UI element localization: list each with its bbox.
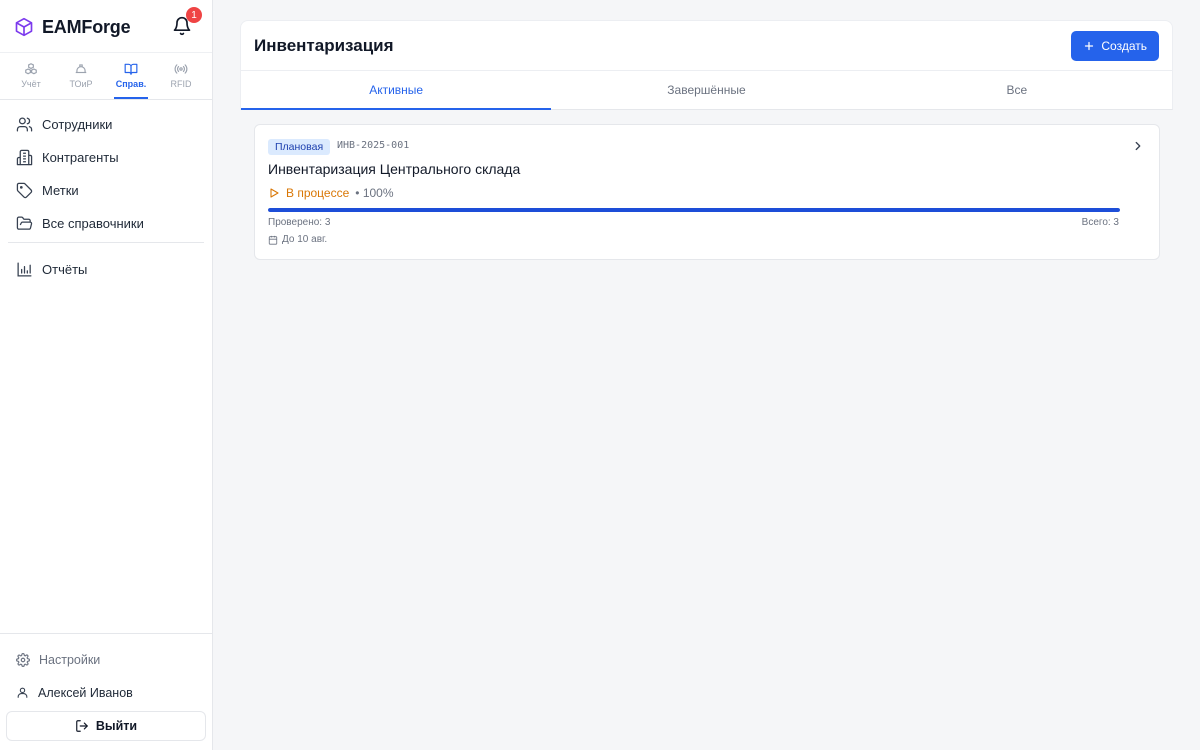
sidebar-item-label: Сотрудники [42, 117, 113, 132]
mode-tab-label: RFID [170, 79, 192, 89]
sidebar-item-counterparties[interactable]: Контрагенты [6, 141, 206, 174]
tab-completed[interactable]: Завершённые [551, 71, 861, 109]
mode-tab-label: Учёт [21, 79, 41, 89]
mode-tab-label: ТОиР [69, 79, 93, 89]
sidebar-item-employees[interactable]: Сотрудники [6, 108, 206, 141]
tag-icon [16, 182, 33, 199]
mode-tab-toir[interactable]: ТОиР [56, 53, 106, 99]
progress-bar [268, 208, 1120, 212]
status-row: В процессе • 100% [268, 186, 394, 200]
sidebar: EAMForge 1 Учёт ТОиР Справ. RFID Сотрудн… [0, 0, 213, 750]
user-profile[interactable]: Алексей Иванов [0, 676, 212, 709]
checked-count: Проверено: 3 [268, 217, 331, 228]
tab-all[interactable]: Все [862, 71, 1172, 109]
cube-logo-icon [14, 17, 34, 37]
users-icon [16, 116, 33, 133]
play-icon [268, 187, 280, 199]
sidebar-item-label: Контрагенты [42, 150, 119, 165]
app-name: EAMForge [42, 16, 131, 37]
type-badge: Плановая [268, 139, 331, 155]
user-name: Алексей Иванов [38, 685, 133, 700]
settings-link[interactable]: Настройки [0, 643, 212, 676]
brand[interactable]: EAMForge [14, 14, 131, 40]
inventory-card[interactable]: Плановая ИНВ-2025-001 Инвентаризация Цен… [254, 124, 1160, 260]
book-icon [124, 62, 138, 76]
inventory-code: ИНВ-2025-001 [337, 140, 410, 151]
create-button[interactable]: Создать [1071, 31, 1159, 61]
helmet-icon [74, 62, 88, 76]
logout-icon [75, 719, 89, 733]
cubes-icon [24, 62, 38, 76]
sidebar-nav: Сотрудники Контрагенты Метки Все справоч… [6, 108, 206, 286]
main-content: Инвентаризация Создать Активные Завершён… [240, 20, 1173, 260]
status-text: В процессе [286, 186, 350, 200]
rfid-icon [174, 62, 188, 76]
due-date-text: До 10 авг. [282, 234, 328, 245]
sidebar-item-reports[interactable]: Отчёты [6, 253, 206, 286]
logout-label: Выйти [95, 719, 138, 733]
user-icon [16, 686, 29, 699]
sidebar-item-tags[interactable]: Метки [6, 174, 206, 207]
tab-active[interactable]: Активные [241, 71, 552, 110]
calendar-icon [268, 235, 278, 245]
sidebar-bottom: Настройки Алексей Иванов Выйти [0, 633, 212, 741]
folder-icon [16, 215, 33, 232]
logout-button[interactable]: Выйти [6, 711, 206, 741]
chevron-right-icon[interactable] [1131, 139, 1145, 153]
due-date: До 10 авг. [268, 234, 327, 245]
mode-tab-label: Справ. [115, 79, 147, 89]
sidebar-item-label: Все справочники [42, 216, 144, 231]
sidebar-item-all-directories[interactable]: Все справочники [6, 207, 206, 240]
progress-percent: • 100% [355, 186, 394, 200]
total-count: Всего: 3 [1081, 217, 1119, 228]
notification-badge: 1 [186, 7, 202, 23]
page-title: Инвентаризация [254, 36, 394, 55]
status-tabs: Активные Завершённые Все [240, 71, 1173, 110]
sidebar-item-label: Метки [42, 183, 79, 198]
mode-tab-sprav[interactable]: Справ. [106, 53, 156, 99]
page-header: Инвентаризация Создать [240, 20, 1173, 71]
sidebar-item-label: Отчёты [42, 262, 88, 277]
mode-tabs: Учёт ТОиР Справ. RFID [0, 52, 212, 100]
nav-divider [8, 242, 204, 243]
bar-chart-icon [16, 261, 33, 278]
mode-tab-uchet[interactable]: Учёт [6, 53, 56, 99]
create-label: Создать [1101, 39, 1147, 53]
plus-icon [1083, 40, 1095, 52]
mode-tab-rfid[interactable]: RFID [156, 53, 206, 99]
building-icon [16, 149, 33, 166]
inventory-title: Инвентаризация Центрального склада [268, 161, 521, 177]
gear-icon [16, 652, 30, 667]
progress-fill [268, 208, 1120, 212]
settings-label: Настройки [39, 652, 101, 667]
